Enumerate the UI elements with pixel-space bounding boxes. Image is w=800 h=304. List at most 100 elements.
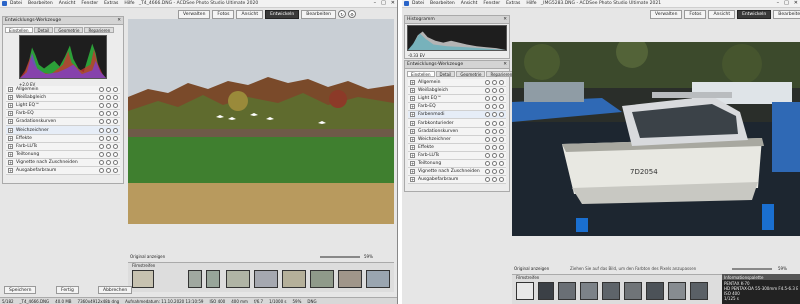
thumbnail[interactable] xyxy=(668,282,686,300)
filter-row[interactable]: + Gradationskurven xyxy=(408,127,506,136)
menu-bearbeiten[interactable]: Bearbeiten xyxy=(28,1,53,6)
expand-icon[interactable]: + xyxy=(410,160,415,166)
filter-row[interactable]: + Farbenmodi xyxy=(408,111,506,120)
reset-icon[interactable] xyxy=(485,112,490,118)
thumbnail[interactable] xyxy=(580,282,598,300)
reset-icon[interactable] xyxy=(485,160,490,166)
toggle-icon[interactable] xyxy=(106,95,111,101)
reset-icon[interactable] xyxy=(99,119,104,125)
menu-fenster[interactable]: Fenster xyxy=(483,1,500,6)
expand-icon[interactable]: + xyxy=(8,151,13,157)
reset-icon[interactable] xyxy=(99,127,104,133)
thumbnail[interactable] xyxy=(646,282,664,300)
expand-icon[interactable]: + xyxy=(410,96,415,102)
menu-datei[interactable]: Datei xyxy=(10,1,22,6)
toggle-icon[interactable] xyxy=(492,169,497,175)
menu-ansicht[interactable]: Ansicht xyxy=(59,1,76,6)
menu-icon[interactable] xyxy=(499,169,504,175)
toggle-icon[interactable] xyxy=(106,111,111,117)
reset-icon[interactable] xyxy=(485,104,490,110)
toggle-icon[interactable] xyxy=(106,103,111,109)
expand-icon[interactable]: + xyxy=(8,127,13,133)
expand-icon[interactable]: + xyxy=(8,103,13,109)
maximize-icon[interactable]: □ xyxy=(784,1,789,6)
filter-row[interactable]: + Farb-LUTs xyxy=(408,151,506,160)
expand-icon[interactable]: + xyxy=(410,152,415,158)
filter-row[interactable]: + Farb-EQ xyxy=(6,110,120,119)
save-button[interactable]: Speichern xyxy=(4,286,37,294)
mode-bearbeiten[interactable]: Bearbeiten xyxy=(301,9,337,19)
thumbnail[interactable] xyxy=(690,282,708,300)
menu-icon[interactable] xyxy=(113,87,118,93)
maximize-icon[interactable]: □ xyxy=(381,1,386,6)
toggle-icon[interactable] xyxy=(106,135,111,141)
tab-detail[interactable]: Detail xyxy=(435,71,456,77)
menu-icon[interactable] xyxy=(499,144,504,150)
menu-icon[interactable] xyxy=(113,159,118,165)
mode-fotos[interactable]: Fotos xyxy=(212,9,235,19)
panel-close-icon[interactable]: ✕ xyxy=(503,17,507,22)
toggle-icon[interactable] xyxy=(492,144,497,150)
reset-icon[interactable] xyxy=(485,88,490,94)
expand-icon[interactable]: + xyxy=(8,111,13,117)
expand-icon[interactable]: + xyxy=(410,88,415,94)
toggle-icon[interactable] xyxy=(492,112,497,118)
tab-einstellen[interactable]: Einstellen xyxy=(407,71,435,77)
reset-icon[interactable] xyxy=(485,177,490,183)
toggle-icon[interactable] xyxy=(106,87,111,93)
reset-icon[interactable] xyxy=(99,103,104,109)
mode-entwickeln[interactable]: Entwickeln xyxy=(737,9,772,19)
thumbnail[interactable] xyxy=(132,270,154,288)
done-button[interactable]: Fertig xyxy=(56,286,79,294)
menu-icon[interactable] xyxy=(499,88,504,94)
thumbnail[interactable] xyxy=(226,270,250,288)
mode-fotos[interactable]: Fotos xyxy=(684,9,707,19)
filter-row[interactable]: + Ausgabefarbraum xyxy=(408,176,506,185)
thumbnail[interactable] xyxy=(254,270,278,288)
menu-icon[interactable] xyxy=(499,120,504,126)
filter-row[interactable]: + Teiltonung xyxy=(6,150,120,159)
reset-icon[interactable] xyxy=(485,144,490,150)
menu-icon[interactable] xyxy=(113,167,118,173)
expand-icon[interactable]: + xyxy=(410,120,415,126)
mode-ansicht[interactable]: Ansicht xyxy=(236,9,264,19)
original-toggle[interactable]: Original anzeigen xyxy=(514,266,549,271)
thumbnail[interactable] xyxy=(538,282,554,300)
filter-row[interactable]: + Effekte xyxy=(6,134,120,143)
menu-icon[interactable] xyxy=(113,119,118,125)
reset-icon[interactable] xyxy=(485,136,490,142)
filter-row[interactable]: + Light EQ™ xyxy=(408,95,506,104)
menu-icon[interactable] xyxy=(499,104,504,110)
menu-icon[interactable] xyxy=(499,160,504,166)
menu-bearbeiten[interactable]: Bearbeiten xyxy=(430,1,455,6)
expand-icon[interactable]: + xyxy=(410,112,415,118)
toggle-icon[interactable] xyxy=(492,136,497,142)
menu-icon[interactable] xyxy=(113,111,118,117)
reset-icon[interactable] xyxy=(99,95,104,101)
thumbnail[interactable] xyxy=(338,270,362,288)
menu-icon[interactable] xyxy=(499,96,504,102)
filter-row[interactable]: + Gradationskurven xyxy=(6,118,120,127)
reset-icon[interactable] xyxy=(485,152,490,158)
menu-icon[interactable] xyxy=(113,135,118,141)
filter-row[interactable]: + Vignette nach Zuschneiden xyxy=(408,168,506,177)
reset-icon[interactable] xyxy=(485,169,490,175)
thumbnail[interactable] xyxy=(282,270,306,288)
menu-hilfe[interactable]: Hilfe xyxy=(124,1,134,6)
menu-icon[interactable] xyxy=(113,151,118,157)
reset-icon[interactable] xyxy=(99,135,104,141)
menu-icon[interactable] xyxy=(113,127,118,133)
tab-einstellen[interactable]: Einstellen xyxy=(5,27,33,33)
main-photo[interactable] xyxy=(128,19,394,224)
toggle-icon[interactable] xyxy=(106,159,111,165)
close-icon[interactable]: ✕ xyxy=(391,1,395,6)
menu-icon[interactable] xyxy=(499,136,504,142)
expand-icon[interactable]: + xyxy=(8,95,13,101)
toggle-icon[interactable] xyxy=(492,160,497,166)
filter-row[interactable]: + Farb-EQ xyxy=(408,103,506,112)
filter-row[interactable]: + Weißabgleich xyxy=(6,94,120,103)
menu-hilfe[interactable]: Hilfe xyxy=(526,1,536,6)
reset-icon[interactable] xyxy=(99,159,104,165)
cancel-button[interactable]: Abbrechen xyxy=(98,286,133,294)
settings-icon[interactable]: ⚙ xyxy=(348,10,357,18)
